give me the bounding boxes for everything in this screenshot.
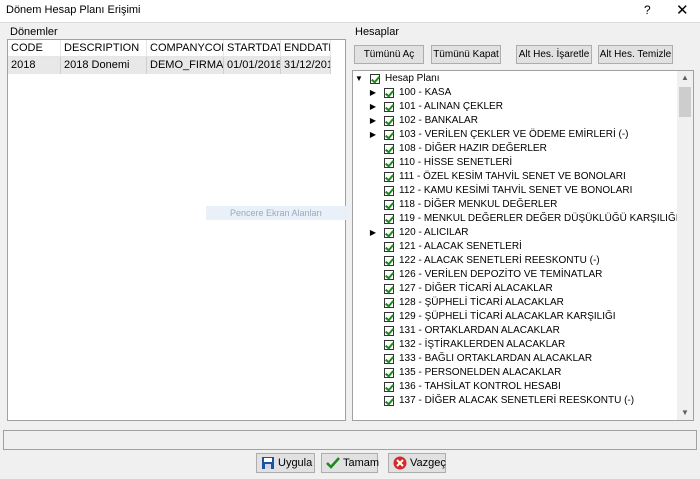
save-disk-icon: [262, 457, 274, 469]
scroll-down-icon[interactable]: ▼: [677, 406, 693, 420]
tree-item-label: 119 - MENKUL DEĞERLER DEĞER DÜŞÜKLÜĞÜ KA…: [399, 213, 692, 224]
tree-item-label: 120 - ALICILAR: [399, 227, 469, 238]
tree-item-label: 101 - ALINAN ÇEKLER: [399, 101, 503, 112]
tree-item-label: 103 - VERİLEN ÇEKLER VE ÖDEME EMİRLERİ (…: [399, 129, 629, 140]
tree-root-label: Hesap Planı: [385, 73, 440, 84]
table-row[interactable]: 2018 2018 Donemi DEMO_FIRMA 01/01/2018 3…: [8, 57, 331, 74]
tree-item-label: 118 - DİĞER MENKUL DEĞERLER: [399, 199, 558, 210]
tree-item-label: 110 - HİSSE SENETLERİ: [399, 157, 513, 168]
tree-item-label: 132 - İŞTİRAKLERDEN ALACAKLAR: [399, 339, 566, 350]
apply-label: Uygula: [278, 457, 313, 469]
vertical-scrollbar[interactable]: ▲ ▼: [677, 71, 693, 420]
checkbox[interactable]: [384, 284, 394, 294]
donemler-label: Dönemler: [10, 26, 58, 38]
checkbox[interactable]: [384, 396, 394, 406]
checkbox[interactable]: [384, 144, 394, 154]
cell-description: 2018 Donemi: [61, 57, 147, 74]
tree-item-label: 127 - DİĞER TİCARİ ALACAKLAR: [399, 283, 553, 294]
checkbox[interactable]: [370, 74, 380, 84]
collapse-all-button[interactable]: Tümünü Kapat: [431, 45, 501, 64]
tree-item-label: 100 - KASA: [399, 87, 452, 98]
tree-item-label: 131 - ORTAKLARDAN ALACAKLAR: [399, 325, 560, 336]
checkbox[interactable]: [384, 382, 394, 392]
checkbox[interactable]: [384, 158, 394, 168]
checkbox[interactable]: [384, 228, 394, 238]
column-header-description[interactable]: DESCRIPTION: [61, 40, 147, 57]
checkbox[interactable]: [384, 116, 394, 126]
column-header-enddate[interactable]: ENDDATE: [281, 40, 331, 57]
tree-item-label: 111 - ÖZEL KESİM TAHVİL SENET VE BONOLAR…: [399, 171, 626, 182]
cell-startdate: 01/01/2018: [224, 57, 281, 74]
expand-arrow-icon[interactable]: ▶: [369, 114, 377, 128]
apply-button[interactable]: Uygula: [256, 453, 315, 473]
cell-companycode: DEMO_FIRMA: [147, 57, 224, 74]
checkbox[interactable]: [384, 130, 394, 140]
tree-item-label: 128 - ŞÜPHELİ TİCARİ ALACAKLAR: [399, 297, 564, 308]
ok-button[interactable]: Tamam: [321, 453, 380, 473]
checkbox[interactable]: [384, 312, 394, 322]
expand-arrow-icon[interactable]: ▶: [369, 128, 377, 142]
checkbox[interactable]: [384, 102, 394, 112]
ghost-tooltip: Pencere Ekran Alanları: [206, 206, 350, 220]
column-header-code[interactable]: CODE: [8, 40, 61, 57]
expand-arrow-icon[interactable]: ▶: [369, 226, 377, 240]
tree-item-label: 121 - ALACAK SENETLERİ: [399, 241, 522, 252]
column-header-companycode[interactable]: COMPANYCODE: [147, 40, 224, 57]
checkbox[interactable]: [384, 326, 394, 336]
checkbox[interactable]: [384, 242, 394, 252]
checkmark-icon: [326, 457, 340, 469]
grid-header: CODE DESCRIPTION COMPANYCODE STARTDATE E…: [8, 40, 331, 57]
tree-item-label: 133 - BAĞLI ORTAKLARDAN ALACAKLAR: [399, 353, 593, 364]
tree-item-label: 126 - VERİLEN DEPOZİTO VE TEMİNATLAR: [399, 269, 603, 280]
title-bar: Dönem Hesap Planı Erişimi ? ✕: [0, 0, 700, 23]
checkbox[interactable]: [384, 368, 394, 378]
tree-item-label: 136 - TAHSİLAT KONTROL HESABI: [399, 381, 561, 392]
checkbox[interactable]: [384, 340, 394, 350]
tree-item-label: 112 - KAMU KESİMİ TAHVİL SENET VE BONOLA…: [399, 185, 633, 196]
clear-subaccounts-button[interactable]: Alt Hes. Temizle: [598, 45, 673, 64]
tree-item-label: 135 - PERSONELDEN ALACAKLAR: [399, 367, 562, 378]
tree-item-label: 129 - ŞÜPHELİ TİCARİ ALACAKLAR KARŞILIĞI: [399, 311, 616, 322]
window-title: Dönem Hesap Planı Erişimi: [6, 4, 141, 16]
cancel-label: Vazgeç: [410, 457, 446, 469]
checkbox[interactable]: [384, 214, 394, 224]
help-button[interactable]: ?: [644, 3, 651, 17]
expand-arrow-icon[interactable]: ▶: [369, 86, 377, 100]
checkbox[interactable]: [384, 200, 394, 210]
donemler-grid[interactable]: CODE DESCRIPTION COMPANYCODE STARTDATE E…: [7, 39, 346, 421]
cell-code: 2018: [8, 57, 61, 74]
close-button[interactable]: ✕: [676, 1, 689, 19]
expand-all-button[interactable]: Tümünü Aç: [354, 45, 424, 64]
scroll-thumb[interactable]: [679, 87, 691, 117]
scroll-up-icon[interactable]: ▲: [677, 71, 693, 85]
checkbox[interactable]: [384, 256, 394, 266]
cancel-button[interactable]: Vazgeç: [388, 453, 446, 473]
checkbox[interactable]: [384, 354, 394, 364]
account-tree[interactable]: ▼ Hesap Planı ▶ 100 - KASA ▶ 101 - ALINAN Ç…: [352, 70, 694, 421]
hesaplar-label: Hesaplar: [355, 26, 400, 38]
checkbox[interactable]: [384, 270, 394, 280]
checkbox[interactable]: [384, 298, 394, 308]
tree-item-label: 108 - DİĞER HAZIR DEĞERLER: [399, 143, 547, 154]
ok-label: Tamam: [343, 457, 380, 469]
cancel-x-icon: [393, 456, 407, 470]
tree-item-label: 102 - BANKALAR: [399, 115, 478, 126]
checkbox[interactable]: [384, 172, 394, 182]
checkbox[interactable]: [384, 88, 394, 98]
tree-item-label: 137 - DİĞER ALACAK SENETLERİ REESKONTU (…: [399, 395, 635, 406]
check-subaccounts-button[interactable]: Alt Hes. İşaretle: [516, 45, 592, 64]
column-header-startdate[interactable]: STARTDATE: [224, 40, 281, 57]
checkbox[interactable]: [384, 186, 394, 196]
collapse-arrow-icon[interactable]: ▼: [355, 72, 363, 86]
tree-item-label: 122 - ALACAK SENETLERİ REESKONTU (-): [399, 255, 600, 266]
expand-arrow-icon[interactable]: ▶: [369, 100, 377, 114]
cell-enddate: 31/12/2018: [281, 57, 331, 74]
status-bar: [3, 430, 697, 450]
